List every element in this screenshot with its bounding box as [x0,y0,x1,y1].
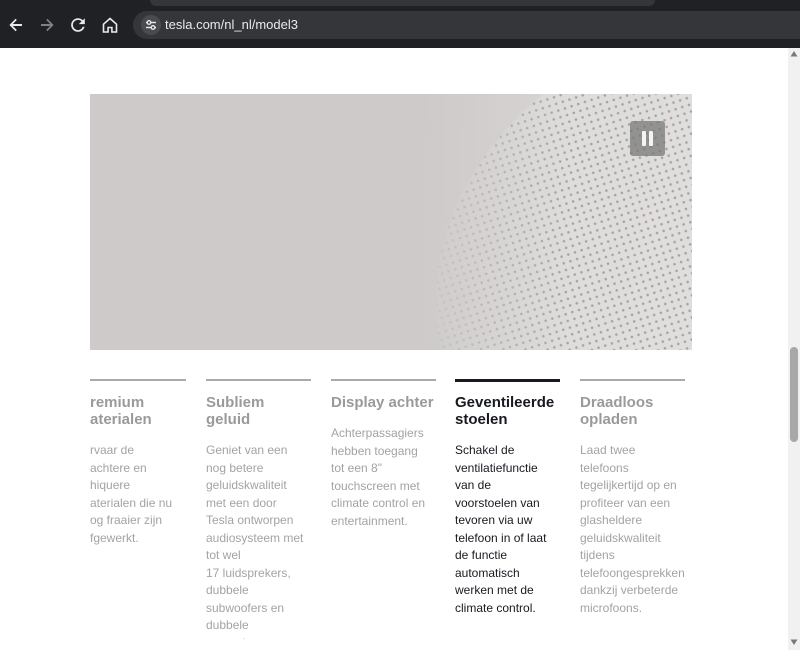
feature-tab-display-achter[interactable]: Display achter Achterpassagiers hebben t… [331,379,436,530]
feature-title: Draadloos opladen [580,394,654,428]
feature-tab-bar [206,379,311,381]
url-text[interactable]: tesla.com/nl_nl/model3 [165,17,298,32]
feature-title: Subliem geluid [206,394,265,428]
feature-tab-geventileerde-stoelen[interactable]: Geventileerde stoelen Schakel de ventila… [455,379,560,617]
feature-tab-subliem-geluid[interactable]: Subliem geluid Geniet van een nog betere… [206,379,311,639]
pause-button[interactable] [630,121,665,156]
home-button[interactable] [99,14,121,36]
pause-icon-bar [649,131,653,146]
feature-tabs: remium aterialen rvaar de achtere en hiq… [0,379,790,639]
feature-tab-premium-materialen[interactable]: remium aterialen rvaar de achtere en hiq… [80,379,186,547]
scroll-down-icon[interactable] [790,638,798,646]
feature-tab-bar [90,379,186,381]
pause-icon [642,131,646,146]
feature-tab-bar-active [455,379,560,382]
scroll-up-icon[interactable] [790,50,798,58]
feature-description: rvaar de achtere en hiquere aterialen di… [90,443,173,545]
back-button[interactable] [5,14,27,36]
feature-description: Schakel de ventilatiefunctie van de voor… [455,443,547,615]
browser-toolbar: tesla.com/nl_nl/model3 [0,0,800,48]
arrow-left-icon [9,18,22,32]
feature-title: Geventileerde stoelen [455,394,555,428]
forward-button[interactable] [36,14,58,36]
feature-title: remium aterialen [90,394,152,428]
feature-video [90,94,692,350]
scrollbar-thumb[interactable] [790,347,798,442]
home-icon [102,17,118,33]
reload-button[interactable] [67,14,89,36]
feature-tab-bar [331,379,436,381]
tune-icon[interactable] [141,15,161,35]
address-bar[interactable]: tesla.com/nl_nl/model3 [133,11,800,39]
arrow-right-icon [41,18,54,32]
feature-tab-draadloos-opladen[interactable]: Draadloos opladen Laad twee telefoons te… [580,379,695,617]
feature-tab-bar [580,379,685,381]
reload-icon [71,18,85,32]
video-shade [90,94,692,350]
tab-strip-edge [150,0,655,6]
feature-description: Achterpassagiers hebben toegang tot een … [331,426,426,528]
feature-description: Laad twee telefoons tegelijkertijd op en… [580,443,685,615]
feature-title: Display achter [331,394,434,411]
feature-description: Geniet van een nog betere geluidskwalite… [206,443,304,639]
